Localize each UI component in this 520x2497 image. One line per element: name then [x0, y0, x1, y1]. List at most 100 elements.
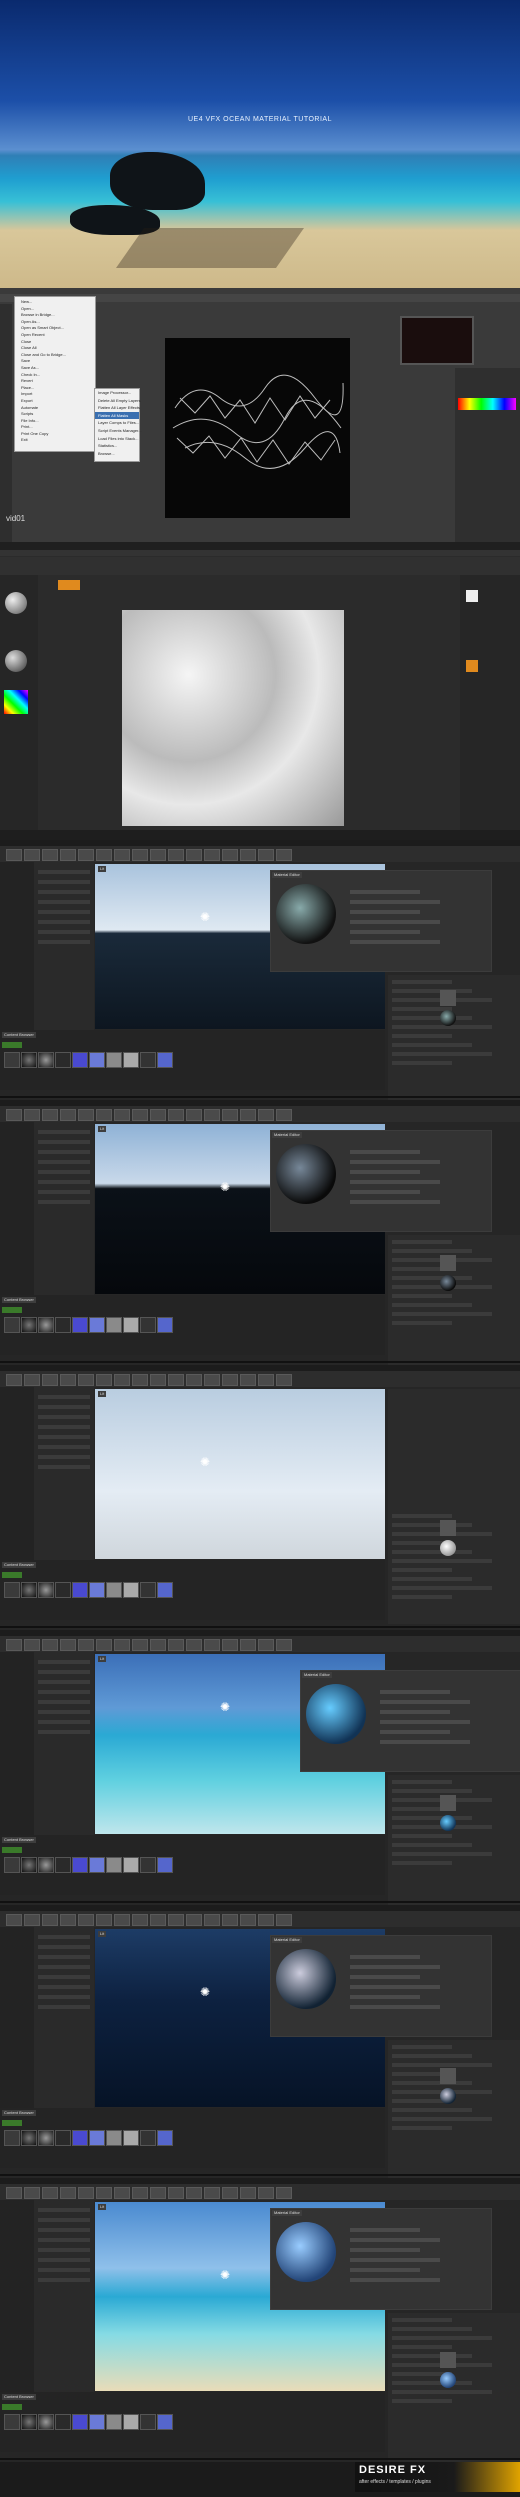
detail-row[interactable]	[392, 2108, 472, 2112]
detail-row[interactable]	[392, 1595, 452, 1599]
material-node[interactable]	[380, 1740, 470, 1744]
place-item[interactable]	[38, 940, 90, 944]
material-node[interactable]	[350, 910, 420, 914]
toolbar-button[interactable]	[204, 1109, 220, 1121]
toolbar-button[interactable]	[6, 1914, 22, 1926]
toolbar-button[interactable]	[222, 1914, 238, 1926]
asset-thumbnail[interactable]	[140, 1052, 156, 1068]
detail-row[interactable]	[392, 1780, 452, 1784]
place-item[interactable]	[38, 1670, 90, 1674]
toolbar-button[interactable]	[168, 1639, 184, 1651]
place-item[interactable]	[38, 1160, 90, 1164]
toolbar-button[interactable]	[24, 1914, 40, 1926]
toolbar-button[interactable]	[168, 1914, 184, 1926]
asset-thumbnail[interactable]	[106, 1857, 122, 1873]
toolbar-button[interactable]	[276, 1914, 292, 1926]
texture-slot[interactable]	[440, 1255, 456, 1271]
detail-row[interactable]	[392, 2336, 492, 2340]
texture-slot[interactable]	[440, 2068, 456, 2084]
material-editor-tab[interactable]: Material Editor	[272, 872, 302, 878]
toolbar-button[interactable]	[150, 1914, 166, 1926]
detail-row[interactable]	[392, 1861, 452, 1865]
file-menu-item[interactable]: Browse in Bridge...	[15, 312, 95, 319]
place-item[interactable]	[38, 2228, 90, 2232]
toolbar-button[interactable]	[6, 1109, 22, 1121]
add-new-button[interactable]	[2, 1847, 22, 1853]
toolbar-button[interactable]	[24, 1374, 40, 1386]
place-item[interactable]	[38, 2258, 90, 2262]
place-item[interactable]	[38, 900, 90, 904]
detail-row[interactable]	[392, 1025, 492, 1029]
detail-row[interactable]	[392, 2354, 472, 2358]
detail-row[interactable]	[392, 2318, 452, 2322]
toolbar-button[interactable]	[186, 2187, 202, 2199]
asset-thumbnail[interactable]	[38, 2130, 54, 2146]
add-new-button[interactable]	[2, 2120, 22, 2126]
add-new-button[interactable]	[2, 1572, 22, 1578]
place-item[interactable]	[38, 2005, 90, 2009]
asset-thumbnail[interactable]	[72, 2414, 88, 2430]
detail-row[interactable]	[392, 2063, 492, 2067]
toolbar-button[interactable]	[258, 1109, 274, 1121]
toolbar-button[interactable]	[132, 2187, 148, 2199]
place-item[interactable]	[38, 2248, 90, 2252]
asset-thumbnail[interactable]	[89, 1582, 105, 1598]
detail-row[interactable]	[392, 2345, 452, 2349]
detail-row[interactable]	[392, 2390, 492, 2394]
detail-row[interactable]	[392, 1303, 472, 1307]
texture-slot[interactable]	[440, 990, 456, 1006]
asset-thumbnail[interactable]	[38, 1857, 54, 1873]
asset-thumbnail[interactable]	[157, 1317, 173, 1333]
toolbar-button[interactable]	[42, 1374, 58, 1386]
content-browser-tab[interactable]: Content Browser	[2, 2394, 36, 2400]
toolbar-button[interactable]	[276, 1109, 292, 1121]
asset-thumbnail[interactable]	[4, 2130, 20, 2146]
place-item[interactable]	[38, 1720, 90, 1724]
asset-thumbnail[interactable]	[106, 1317, 122, 1333]
file-menu-item[interactable]: Print One Copy	[15, 431, 95, 438]
toolbar-button[interactable]	[168, 1374, 184, 1386]
viewport-mode-tab[interactable]: Lit	[98, 866, 107, 872]
viewport-mode-tab[interactable]: Lit	[98, 1126, 107, 1132]
asset-thumbnail[interactable]	[55, 1317, 71, 1333]
asset-thumbnail[interactable]	[4, 2414, 20, 2430]
detail-row[interactable]	[392, 2054, 472, 2058]
asset-thumbnail[interactable]	[21, 2414, 37, 2430]
toolbar-button[interactable]	[150, 1374, 166, 1386]
detail-row[interactable]	[392, 1789, 472, 1793]
toolbar-button[interactable]	[78, 849, 94, 861]
material-node[interactable]	[350, 2268, 420, 2272]
asset-thumbnail[interactable]	[157, 1857, 173, 1873]
toolbar-button[interactable]	[42, 2187, 58, 2199]
place-item[interactable]	[38, 1975, 90, 1979]
toolbar-button[interactable]	[42, 1914, 58, 1926]
toolbar-button[interactable]	[276, 1639, 292, 1651]
toolbar-button[interactable]	[96, 849, 112, 861]
file-menu-item[interactable]: Open Recent	[15, 332, 95, 339]
file-menu-item[interactable]: Place...	[15, 385, 95, 392]
asset-thumbnail[interactable]	[157, 2414, 173, 2430]
material-node[interactable]	[350, 1200, 440, 1204]
sun-gizmo-icon[interactable]: ✺	[200, 1455, 210, 1469]
toolbar-button[interactable]	[168, 1109, 184, 1121]
material-node[interactable]	[380, 1730, 450, 1734]
place-item[interactable]	[38, 1690, 90, 1694]
toolbar-button[interactable]	[204, 2187, 220, 2199]
asset-thumbnail[interactable]	[123, 1317, 139, 1333]
asset-thumbnail[interactable]	[21, 1857, 37, 1873]
place-item[interactable]	[38, 2268, 90, 2272]
detail-row[interactable]	[392, 1240, 452, 1244]
place-item[interactable]	[38, 870, 90, 874]
toolbar-button[interactable]	[222, 2187, 238, 2199]
place-item[interactable]	[38, 910, 90, 914]
file-menu-item[interactable]: Open as Smart Object...	[15, 325, 95, 332]
place-item[interactable]	[38, 1965, 90, 1969]
submenu-item[interactable]: Statistics...	[95, 442, 139, 450]
place-item[interactable]	[38, 1170, 90, 1174]
sun-gizmo-icon[interactable]: ✺	[220, 1700, 230, 1714]
place-item[interactable]	[38, 880, 90, 884]
detail-row[interactable]	[392, 1052, 492, 1056]
material-node[interactable]	[350, 2248, 420, 2252]
toolbar-button[interactable]	[132, 1374, 148, 1386]
toolbar-button[interactable]	[258, 849, 274, 861]
